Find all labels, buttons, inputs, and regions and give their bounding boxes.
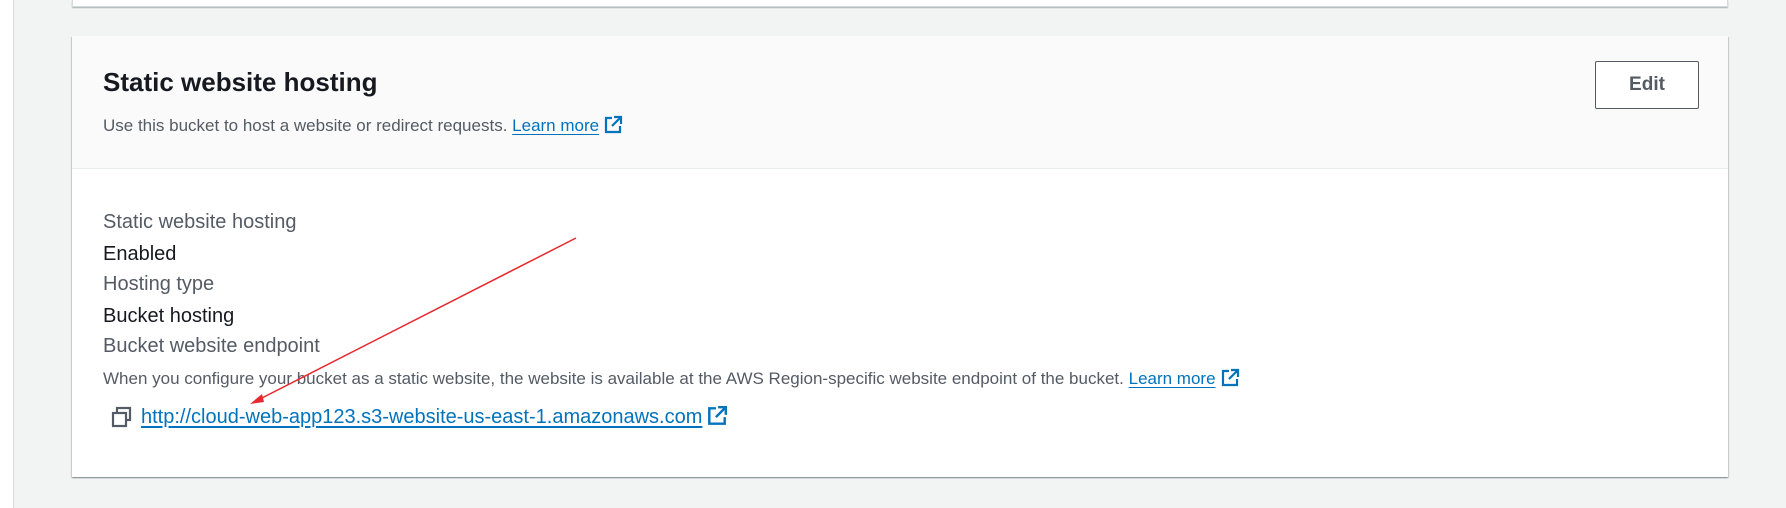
external-link-icon (708, 405, 728, 425)
left-navigation-rail (0, 0, 14, 508)
endpoint-learn-more-label: Learn more (1128, 369, 1216, 388)
static-website-hosting-panel: Static website hosting Use this bucket t… (72, 36, 1728, 477)
endpoint-url-link[interactable]: http://cloud-web-app123.s3-website-us-ea… (141, 404, 728, 430)
panel-header: Static website hosting Use this bucket t… (72, 36, 1728, 169)
learn-more-label: Learn more (512, 116, 600, 135)
endpoint-description: When you configure your bucket as a stat… (103, 367, 1240, 391)
external-link-icon (604, 115, 623, 134)
panel-title: Static website hosting (103, 67, 378, 97)
endpoint-description-text: When you configure your bucket as a stat… (103, 369, 1124, 388)
panel-description-text: Use this bucket to host a website or red… (103, 116, 508, 135)
previous-panel-edge (72, 0, 1728, 7)
hosting-type-value: Bucket hosting (103, 305, 235, 327)
copy-icon[interactable] (109, 404, 135, 430)
learn-more-link[interactable]: Learn more (512, 115, 623, 135)
endpoint-url-row: http://cloud-web-app123.s3-website-us-ea… (103, 404, 728, 430)
hosting-status-label: Static website hosting (103, 211, 297, 233)
endpoint-label: Bucket website endpoint (103, 335, 320, 357)
endpoint-url: http://cloud-web-app123.s3-website-us-ea… (141, 406, 703, 428)
hosting-status-value: Enabled (103, 243, 177, 265)
panel-description: Use this bucket to host a website or red… (103, 114, 623, 138)
endpoint-learn-more-link[interactable]: Learn more (1128, 368, 1240, 388)
hosting-type-label: Hosting type (103, 273, 215, 295)
edit-button[interactable]: Edit (1595, 61, 1699, 109)
external-link-icon (1221, 368, 1239, 387)
